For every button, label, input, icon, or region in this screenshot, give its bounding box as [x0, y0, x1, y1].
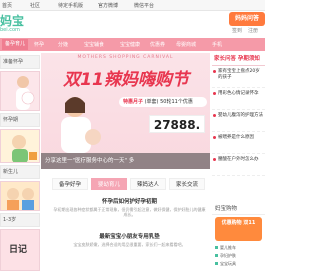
article-desc: 孕初期出现各种症状都属于正常现象，但仍需引起注意，做好保健，保护好胎儿的健康成长…: [53, 207, 206, 217]
banner-offer-prefix: 特惠月子: [123, 99, 144, 105]
promo-banner[interactable]: MOTHERS SHOPPING CARNIVAL 双11辣妈嗨购节 特惠月子 …: [41, 53, 210, 169]
nav-item-1[interactable]: 怀孕: [34, 41, 44, 48]
pregnant-photo[interactable]: [0, 71, 40, 111]
banner-price: 27888.: [149, 115, 205, 133]
news-item[interactable]: 腰酸在户外时怎么办: [212, 154, 265, 176]
shopping-box: 妈宝购物 优惠购物 双11 婴儿推车 孕妇护肤 宝宝玩具: [212, 203, 265, 272]
article-item[interactable]: 最新宝宝小朋友专用乳垫 宝宝皮肤娇嫩，选择合适的用品很重要，家长们一起来看看吧。: [52, 232, 207, 247]
shopping-row[interactable]: 宝宝玩具: [215, 261, 236, 267]
top-link-weibo[interactable]: 官方微博: [98, 2, 118, 9]
nav-item-5[interactable]: 优惠券: [150, 41, 165, 48]
toddler-photo[interactable]: [0, 129, 40, 163]
tab-3[interactable]: 家长交流: [169, 178, 205, 190]
top-link-community[interactable]: 社区: [30, 2, 40, 9]
nav-item-2[interactable]: 分娩: [58, 41, 68, 48]
top-link-mobile[interactable]: 待定手机版: [58, 2, 83, 9]
left-tab-1[interactable]: 怀孕期: [0, 113, 40, 127]
ask-question-button[interactable]: 妈妈问答: [229, 12, 265, 26]
tab-2[interactable]: 辣妈达人: [130, 178, 166, 190]
shopping-promo-card[interactable]: 优惠购物 双11: [215, 217, 262, 241]
pregnant-illustration: [16, 76, 35, 110]
top-link-wechat[interactable]: 微信平台: [134, 2, 154, 9]
left-tab-3[interactable]: 1-3岁: [0, 213, 40, 227]
news-item[interactable]: 婴幼儿腹泻的护理方法: [212, 110, 265, 132]
shopping-row[interactable]: 孕妇护肤: [215, 253, 236, 259]
kids-photo[interactable]: [0, 181, 40, 211]
nav-item-6[interactable]: 母婴商城: [176, 41, 196, 48]
article-desc: 宝宝皮肤娇嫩，选择合适的用品很重要，家长们一起来看看吧。: [73, 242, 186, 247]
banner-offer: 特惠月子 (单套) 50轮11个优惠: [119, 97, 207, 107]
signin-link[interactable]: 签到: [232, 27, 242, 34]
shopping-row[interactable]: 婴儿推车: [215, 245, 236, 251]
site-logo[interactable]: 妈宝 bei.com: [0, 12, 34, 36]
left-column: 准备怀孕 怀孕期 新生儿 1-3岁 日记: [0, 53, 41, 272]
left-tab-0[interactable]: 准备怀孕: [0, 55, 40, 69]
category-tabs: 备孕好孕 婴幼育儿 辣妈达人 家长交流: [52, 178, 207, 190]
banner-title: 双11辣妈嗨购节: [63, 70, 189, 90]
article-item[interactable]: 怀孕后如何护好孕初期 孕初期出现各种症状都属于正常现象，但仍需引起注意，做好保健…: [52, 197, 207, 217]
top-utility-bar: 首页 社区 待定手机版 官方微博 微信平台: [0, 0, 265, 11]
tab-0[interactable]: 备孕好孕: [52, 178, 88, 190]
nav-item-3[interactable]: 宝宝辅食: [84, 41, 104, 48]
banner-mother-illustration: [61, 97, 101, 153]
article-title[interactable]: 怀孕后如何护好孕初期: [52, 197, 207, 205]
shopping-heading: 妈宝购物: [212, 203, 265, 215]
diary-label: 日记: [9, 245, 28, 255]
nav-item-7[interactable]: 手机: [212, 41, 222, 48]
banner-caption[interactable]: 分享这里一"医疗服务中心的一天" 多: [41, 153, 210, 169]
main-nav: 备孕育儿 怀孕 分娩 宝宝辅食 宝宝健康 优惠券 母婴商城 手机: [0, 38, 265, 51]
news-item[interactable]: 被喂养是什么原因: [212, 132, 265, 154]
left-tab-2[interactable]: 新生儿: [0, 165, 40, 179]
banner-offer-detail: 50轮11个优惠: [160, 99, 193, 105]
nav-item-4[interactable]: 宝宝健康: [120, 41, 140, 48]
news-item[interactable]: 家有宝宝上盘点20岁的孩子: [212, 66, 265, 88]
toddler-illustration: [12, 135, 37, 162]
nav-item-0[interactable]: 备孕育儿: [2, 39, 29, 50]
logo-domain: bei.com: [0, 27, 20, 33]
top-link-home[interactable]: 首页: [2, 2, 12, 9]
news-panel: 家长问答 孕期须知 家有宝宝上盘点20岁的孩子 用彩色心情记录怀孕 婴幼儿腹泻的…: [212, 53, 265, 201]
news-item[interactable]: 用彩色心情记录怀孕: [212, 88, 265, 110]
banner-pager: [191, 158, 209, 169]
kids-illustration: [7, 188, 34, 210]
tab-1[interactable]: 婴幼育儿: [91, 178, 127, 190]
article-title[interactable]: 最新宝宝小朋友专用乳垫: [52, 232, 207, 240]
diary-card[interactable]: 日记: [0, 229, 40, 271]
register-link[interactable]: 注册: [248, 27, 258, 34]
banner-offer-tag: (单套): [144, 99, 159, 105]
news-heading: 家长问答 孕期须知: [212, 53, 265, 66]
banner-eyebrow: MOTHERS SHOPPING CARNIVAL: [77, 55, 174, 60]
